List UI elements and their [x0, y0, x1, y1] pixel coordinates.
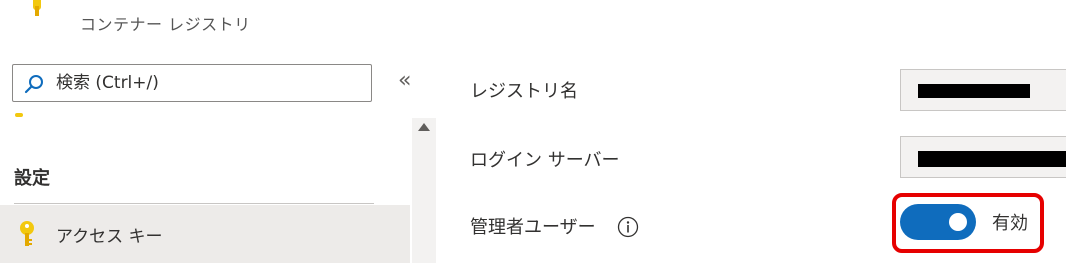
- toggle-state-label: 有効: [992, 213, 1028, 234]
- partial-menu-icon: [15, 113, 23, 117]
- sidebar-scrollbar[interactable]: [412, 118, 436, 263]
- key-icon: [33, 0, 41, 16]
- toggle-thumb: [949, 213, 967, 231]
- resource-type-subtitle: コンテナー レジストリ: [80, 15, 251, 34]
- scroll-up-arrow-icon[interactable]: [418, 123, 430, 131]
- admin-user-label: 管理者ユーザー: [470, 217, 596, 238]
- section-heading-settings: 設定: [14, 168, 50, 189]
- login-server-label: ログイン サーバー: [470, 150, 620, 171]
- key-icon: [20, 221, 34, 246]
- redacted-value: [918, 151, 1066, 167]
- redacted-value: [918, 84, 1030, 98]
- divider: [14, 203, 374, 204]
- search-input[interactable]: [56, 69, 356, 97]
- search-icon: [24, 75, 43, 94]
- collapse-sidebar-button[interactable]: «: [398, 68, 411, 93]
- sidebar-item-label: アクセス キー: [56, 227, 163, 247]
- registry-name-label: レジストリ名: [470, 81, 578, 102]
- info-icon[interactable]: [617, 216, 639, 238]
